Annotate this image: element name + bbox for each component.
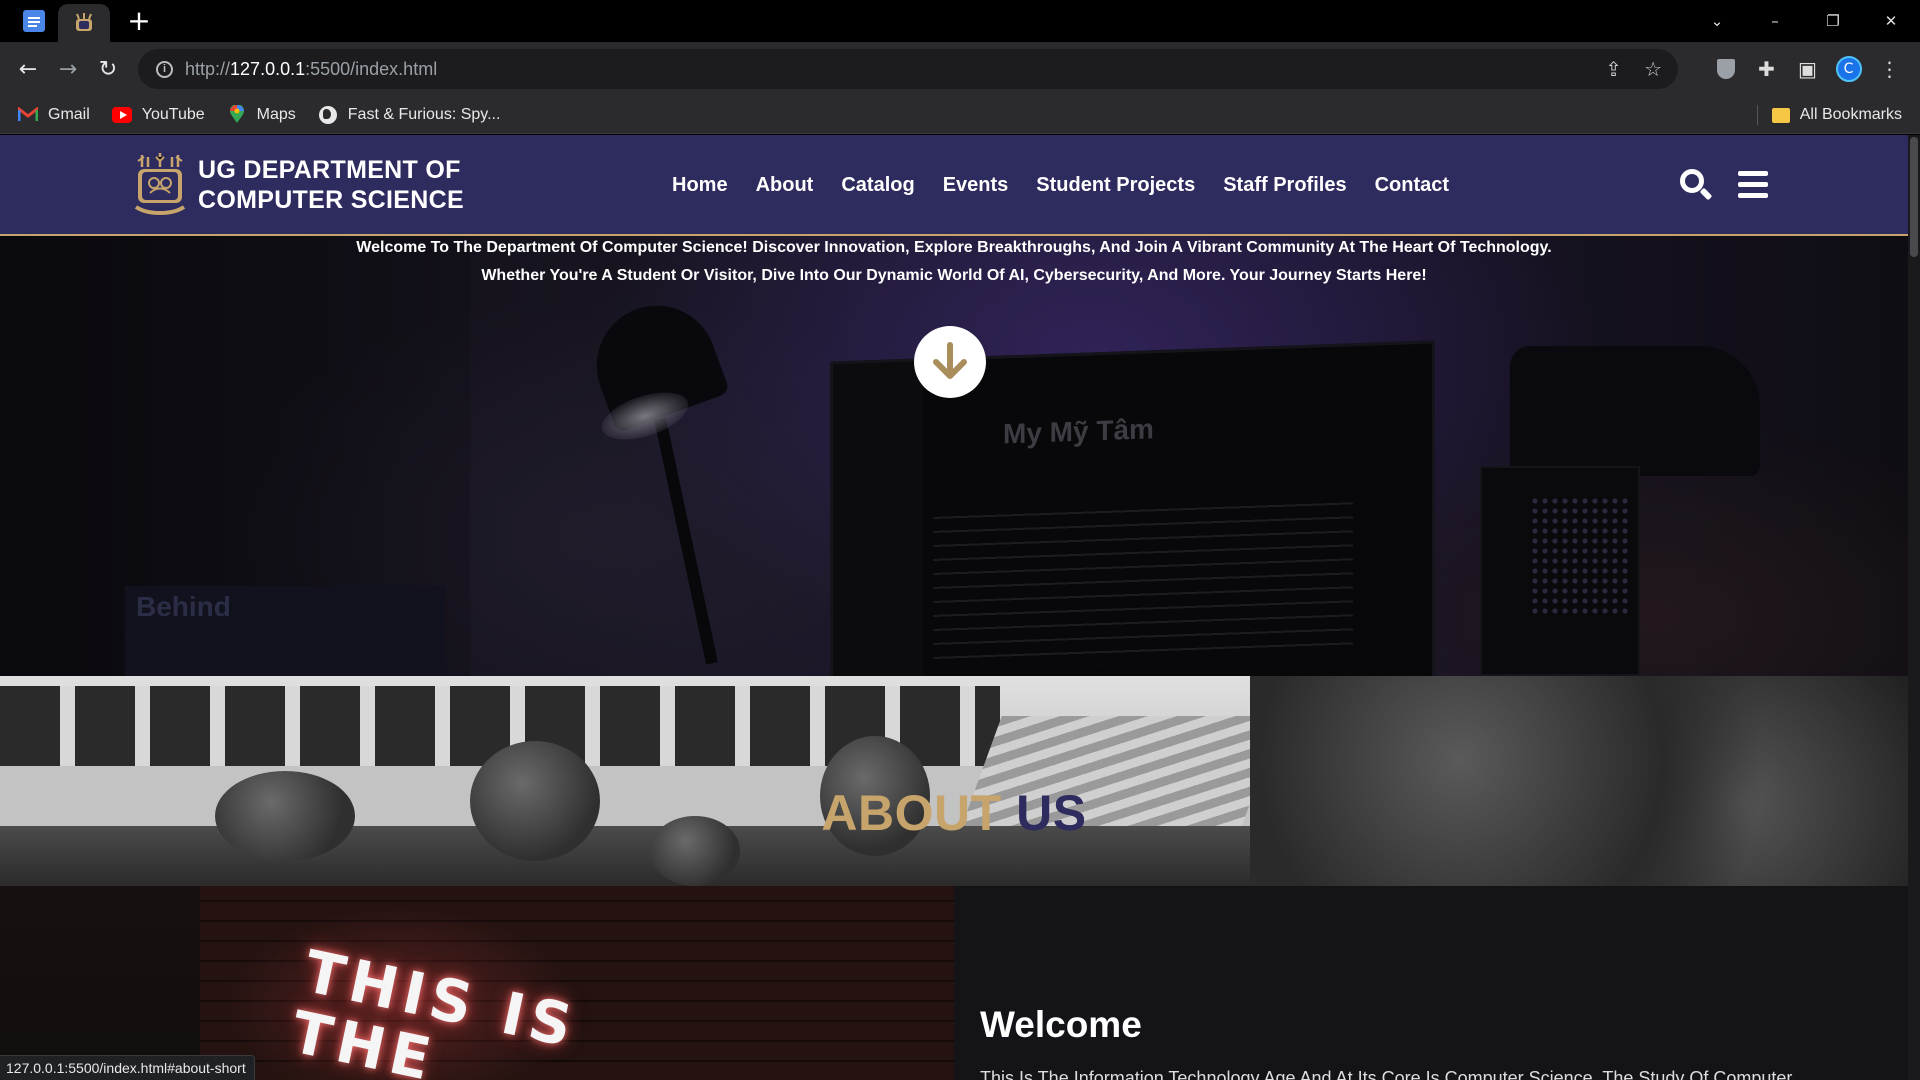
nav-staff-profiles[interactable]: Staff Profiles bbox=[1223, 174, 1346, 197]
site-info-icon[interactable]: i bbox=[156, 60, 173, 78]
window-controls: ⌄ – ❐ ✕ bbox=[1688, 0, 1920, 42]
site-logo[interactable]: UG DEPARTMENT OF COMPUTER SCIENCE bbox=[132, 153, 464, 217]
share-icon[interactable]: ⇪ bbox=[1605, 57, 1622, 81]
bookmarks-divider bbox=[1756, 105, 1758, 125]
bookmark-youtube[interactable]: YouTube bbox=[111, 106, 205, 124]
shield-extension-icon[interactable] bbox=[1705, 59, 1746, 79]
minimize-button[interactable]: – bbox=[1746, 12, 1804, 30]
all-bookmarks-label: All Bookmarks bbox=[1799, 106, 1902, 123]
hamburger-menu-icon[interactable] bbox=[1738, 171, 1768, 198]
browser-toolbar: ← → ↻ i http://127.0.0.1:5500/index.html… bbox=[0, 42, 1920, 96]
forward-button[interactable]: → bbox=[48, 49, 88, 89]
restore-button[interactable]: ❐ bbox=[1804, 12, 1862, 30]
reload-button[interactable]: ↻ bbox=[88, 49, 128, 89]
about-banner: ABOUT US bbox=[0, 676, 1908, 886]
hero-welcome-line-1: Welcome To The Department Of Computer Sc… bbox=[356, 239, 1552, 256]
pinned-tab[interactable] bbox=[20, 7, 48, 35]
page-viewport: UG DEPARTMENT OF COMPUTER SCIENCE Home A… bbox=[0, 135, 1908, 1080]
welcome-section: THIS IS THE Welcome This Is The Informat… bbox=[0, 886, 1908, 1080]
nav-contact[interactable]: Contact bbox=[1375, 174, 1449, 197]
page-scrollbar[interactable] bbox=[1908, 135, 1920, 1080]
welcome-heading: Welcome bbox=[980, 1004, 1142, 1045]
bookmark-gmail[interactable]: Gmail bbox=[18, 106, 90, 124]
nav-home[interactable]: Home bbox=[672, 174, 728, 197]
globe-icon bbox=[318, 105, 338, 124]
about-us-title: ABOUT US bbox=[821, 785, 1087, 841]
docs-icon bbox=[23, 10, 45, 32]
extension-bar: ✚ ▣ C ⋮ bbox=[1705, 42, 1910, 96]
active-tab[interactable] bbox=[58, 4, 110, 42]
bookmarks-bar: Gmail YouTube Maps Fast & Furious: Spy..… bbox=[0, 96, 1920, 134]
crest-icon bbox=[76, 13, 92, 31]
back-button[interactable]: ← bbox=[8, 49, 48, 89]
tab-search-button[interactable]: ⌄ bbox=[1688, 12, 1746, 30]
gmail-icon bbox=[18, 106, 38, 124]
neon-sign-image: THIS IS THE bbox=[0, 886, 954, 1080]
main-nav: Home About Catalog Events Student Projec… bbox=[672, 135, 1477, 235]
hero-welcome-line-2: Whether You're A Student Or Visitor, Div… bbox=[481, 267, 1427, 284]
youtube-icon bbox=[111, 106, 132, 124]
star-icon[interactable]: ☆ bbox=[1644, 57, 1662, 81]
browser-window: + ⌄ – ❐ ✕ ← → ↻ i http://127.0.0.1:5500/… bbox=[0, 0, 1920, 1080]
welcome-panel: Welcome This Is The Information Technolo… bbox=[954, 886, 1908, 1080]
scroll-down-button[interactable] bbox=[914, 326, 986, 398]
nav-catalog[interactable]: Catalog bbox=[841, 174, 914, 197]
site-header: UG DEPARTMENT OF COMPUTER SCIENCE Home A… bbox=[0, 135, 1908, 236]
folder-icon bbox=[1771, 107, 1790, 123]
address-bar[interactable]: i http://127.0.0.1:5500/index.html ⇪ ☆ bbox=[138, 49, 1678, 89]
nav-student-projects[interactable]: Student Projects bbox=[1036, 174, 1195, 197]
nav-events[interactable]: Events bbox=[943, 174, 1009, 197]
hero-section: Behind My Mỹ Tâm Welcome To The Departme… bbox=[0, 236, 1908, 676]
side-panel-icon[interactable]: ▣ bbox=[1787, 57, 1828, 81]
new-tab-button[interactable]: + bbox=[124, 7, 154, 35]
tab-strip: + ⌄ – ❐ ✕ bbox=[0, 0, 1920, 42]
profile-avatar[interactable]: C bbox=[1828, 56, 1869, 82]
all-bookmarks[interactable]: All Bookmarks bbox=[1756, 96, 1902, 134]
welcome-body-text: This Is The Information Technology Age A… bbox=[980, 1068, 1793, 1080]
scrollbar-thumb[interactable] bbox=[1910, 137, 1918, 257]
arrow-down-icon bbox=[933, 342, 967, 379]
maps-icon bbox=[227, 105, 247, 124]
browser-menu-icon[interactable]: ⋮ bbox=[1869, 57, 1910, 81]
bookmark-maps[interactable]: Maps bbox=[227, 105, 296, 124]
logo-text: UG DEPARTMENT OF COMPUTER SCIENCE bbox=[198, 156, 464, 214]
crest-icon bbox=[134, 153, 186, 215]
bookmark-fast-furious[interactable]: Fast & Furious: Spy... bbox=[318, 105, 500, 124]
nav-about[interactable]: About bbox=[756, 174, 814, 197]
puzzle-icon[interactable]: ✚ bbox=[1746, 57, 1787, 81]
search-icon[interactable] bbox=[1678, 167, 1714, 203]
url-text[interactable]: http://127.0.0.1:5500/index.html bbox=[185, 59, 437, 80]
close-button[interactable]: ✕ bbox=[1862, 12, 1920, 30]
status-url-tooltip: 127.0.0.1:5500/index.html#about-short bbox=[0, 1055, 255, 1080]
